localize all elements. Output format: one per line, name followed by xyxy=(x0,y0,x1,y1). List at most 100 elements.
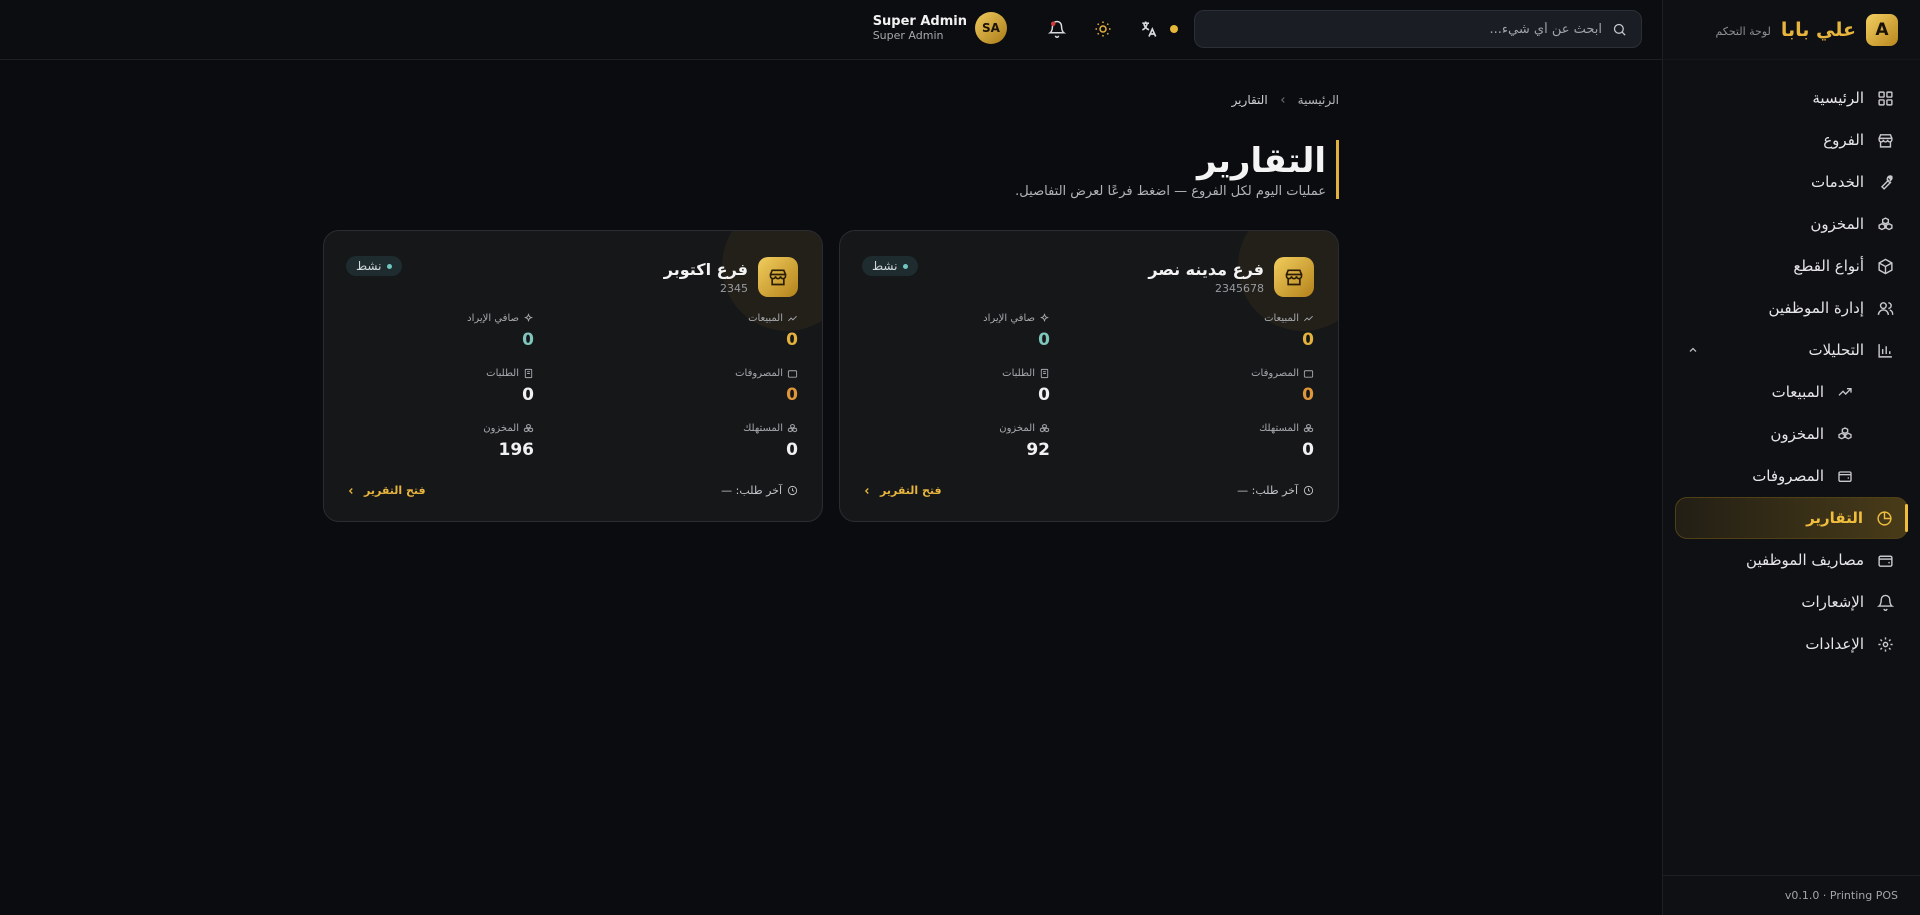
clock-icon xyxy=(787,485,798,496)
metric-value: 0 xyxy=(786,330,798,350)
sidebar-item-label: الفروع xyxy=(1823,131,1864,149)
metric-value: 0 xyxy=(1302,440,1314,460)
breadcrumb-current: التقارير xyxy=(1231,93,1268,107)
metric-value: 0 xyxy=(1038,330,1050,350)
sidebar-item-label: الإشعارات xyxy=(1801,593,1864,611)
metric-label: صافي الإيراد xyxy=(983,313,1035,324)
search-icon xyxy=(1612,22,1627,37)
wrench-icon xyxy=(1876,173,1894,191)
sidebar-item-employees[interactable]: إدارة الموظفين xyxy=(1675,287,1908,329)
gear-icon xyxy=(1876,635,1894,653)
notifications-bell-icon[interactable] xyxy=(1044,16,1070,42)
sidebar-item-label: المخزون xyxy=(1770,425,1824,443)
theme-sun-icon[interactable] xyxy=(1090,16,1116,42)
sidebar-item-analytics-sales[interactable]: المبيعات xyxy=(1675,371,1908,413)
breadcrumb: الرئيسية التقارير xyxy=(1232,93,1339,107)
metric-value: 0 xyxy=(786,385,798,405)
chevron-left-icon xyxy=(1278,95,1288,105)
bell-icon xyxy=(1876,593,1894,611)
sidebar-item-part-types[interactable]: أنواع القطع xyxy=(1675,245,1908,287)
metric-value: 0 xyxy=(1302,385,1314,405)
package-icon xyxy=(1876,257,1894,275)
users-icon xyxy=(1876,299,1894,317)
sidebar-item-label: التحليلات xyxy=(1808,341,1864,359)
metric-label: المستهلك xyxy=(743,423,783,434)
status-badge: نشط xyxy=(346,256,403,276)
metric-sales: المبيعات 0 xyxy=(1088,313,1314,354)
metric-label: المخزون xyxy=(483,423,519,434)
boxes-icon xyxy=(1836,425,1854,443)
sidebar-item-label: الخدمات xyxy=(1810,173,1864,191)
avatar: SA xyxy=(975,12,1007,44)
grid-icon xyxy=(1876,89,1894,107)
user-info: Super Admin Super Admin xyxy=(873,14,967,42)
page-header: التقارير عمليات اليوم لكل الفروع — اضغط … xyxy=(1015,140,1339,199)
last-order: آخر طلب: — xyxy=(721,484,798,497)
sidebar-item-branches[interactable]: الفروع xyxy=(1675,119,1908,161)
page-subtitle: عمليات اليوم لكل الفروع — اضغط فرعًا لعر… xyxy=(1015,184,1326,199)
metric-net-revenue: صافي الإيراد 0 xyxy=(346,313,572,354)
sidebar-item-inventory[interactable]: المخزون xyxy=(1675,203,1908,245)
search-input[interactable] xyxy=(1195,21,1602,37)
sidebar-item-notifications[interactable]: الإشعارات xyxy=(1675,581,1908,623)
main-content: الرئيسية التقارير التقارير عمليات اليوم … xyxy=(0,60,1662,915)
sidebar-item-reports[interactable]: التقارير xyxy=(1675,497,1908,539)
sidebar-item-analytics-inventory[interactable]: المخزون xyxy=(1675,413,1908,455)
last-order: آخر طلب: — xyxy=(1237,484,1314,497)
trending-up-icon xyxy=(1303,313,1314,324)
status-label: نشط xyxy=(872,259,898,273)
metric-label: الطلبات xyxy=(1002,368,1035,379)
sidebar-item-label: أنواع القطع xyxy=(1793,257,1864,275)
sidebar-item-label: إدارة الموظفين xyxy=(1768,299,1864,317)
wallet-icon xyxy=(1836,467,1854,485)
open-report-label: فتح التقرير xyxy=(880,484,942,497)
metric-label: المبيعات xyxy=(748,313,783,324)
brand[interactable]: A علي بابا لوحة التحكم xyxy=(1663,0,1920,60)
brand-logo: A xyxy=(1866,13,1898,46)
sidebar-item-settings[interactable]: الإعدادات xyxy=(1675,623,1908,665)
status-dot xyxy=(1170,25,1178,33)
user-menu[interactable]: SA Super Admin Super Admin xyxy=(873,12,1007,44)
metric-label: المصروفات xyxy=(735,368,783,379)
user-name: Super Admin xyxy=(872,14,967,29)
open-report-link[interactable]: فتح التقرير xyxy=(346,484,426,497)
branch-card-header: فرع مدينه نصر 2345678 xyxy=(1148,257,1314,297)
status-dot xyxy=(387,263,393,269)
sparkles-icon xyxy=(1039,313,1050,324)
sidebar-item-label: مصاريف الموظفين xyxy=(1746,551,1864,569)
metric-consumed: المستهلك 0 xyxy=(1088,423,1314,464)
sidebar-item-analytics[interactable]: التحليلات xyxy=(1675,329,1908,371)
branch-name: فرع اكتوبر xyxy=(663,259,748,279)
metric-expenses: المصروفات 0 xyxy=(572,368,798,409)
page-title: التقارير xyxy=(1196,141,1326,181)
sidebar-item-employee-expenses[interactable]: مصاريف الموظفين xyxy=(1675,539,1908,581)
brand-name: علي بابا xyxy=(1780,18,1856,41)
sidebar-item-services[interactable]: الخدمات xyxy=(1675,161,1908,203)
sidebar-item-label: المخزون xyxy=(1810,215,1864,233)
chevron-left-icon xyxy=(346,486,356,496)
sidebar-item-home[interactable]: الرئيسية xyxy=(1675,77,1908,119)
user-role: Super Admin xyxy=(872,29,944,42)
pie-chart-icon xyxy=(1875,509,1893,527)
bar-chart-icon xyxy=(1876,341,1894,359)
metric-label: المبيعات xyxy=(1264,313,1299,324)
metric-inventory: المخزون 196 xyxy=(346,423,572,464)
boxes-icon xyxy=(787,423,798,434)
metric-inventory: المخزون 92 xyxy=(862,423,1088,464)
open-report-link[interactable]: فتح التقرير xyxy=(862,484,942,497)
branch-card[interactable]: فرع اكتوبر 2345 نشط المبيعات 0 صافي الإي… xyxy=(323,230,823,522)
translate-icon[interactable] xyxy=(1136,16,1162,42)
breadcrumb-home[interactable]: الرئيسية xyxy=(1298,93,1339,107)
store-icon xyxy=(1876,131,1894,149)
boxes-icon xyxy=(1039,423,1050,434)
branch-card[interactable]: فرع مدينه نصر 2345678 نشط المبيعات 0 صاف… xyxy=(839,230,1339,522)
branch-name: فرع مدينه نصر xyxy=(1148,259,1264,279)
sidebar-item-analytics-expenses[interactable]: المصروفات xyxy=(1675,455,1908,497)
brand-subtitle: لوحة التحكم xyxy=(1715,24,1771,38)
branch-code: 2345 xyxy=(720,281,748,295)
metric-value: 0 xyxy=(522,385,534,405)
clock-icon xyxy=(1303,485,1314,496)
chevron-up-icon[interactable] xyxy=(1687,344,1699,356)
metric-label: المخزون xyxy=(999,423,1035,434)
search-box[interactable] xyxy=(1194,10,1642,48)
